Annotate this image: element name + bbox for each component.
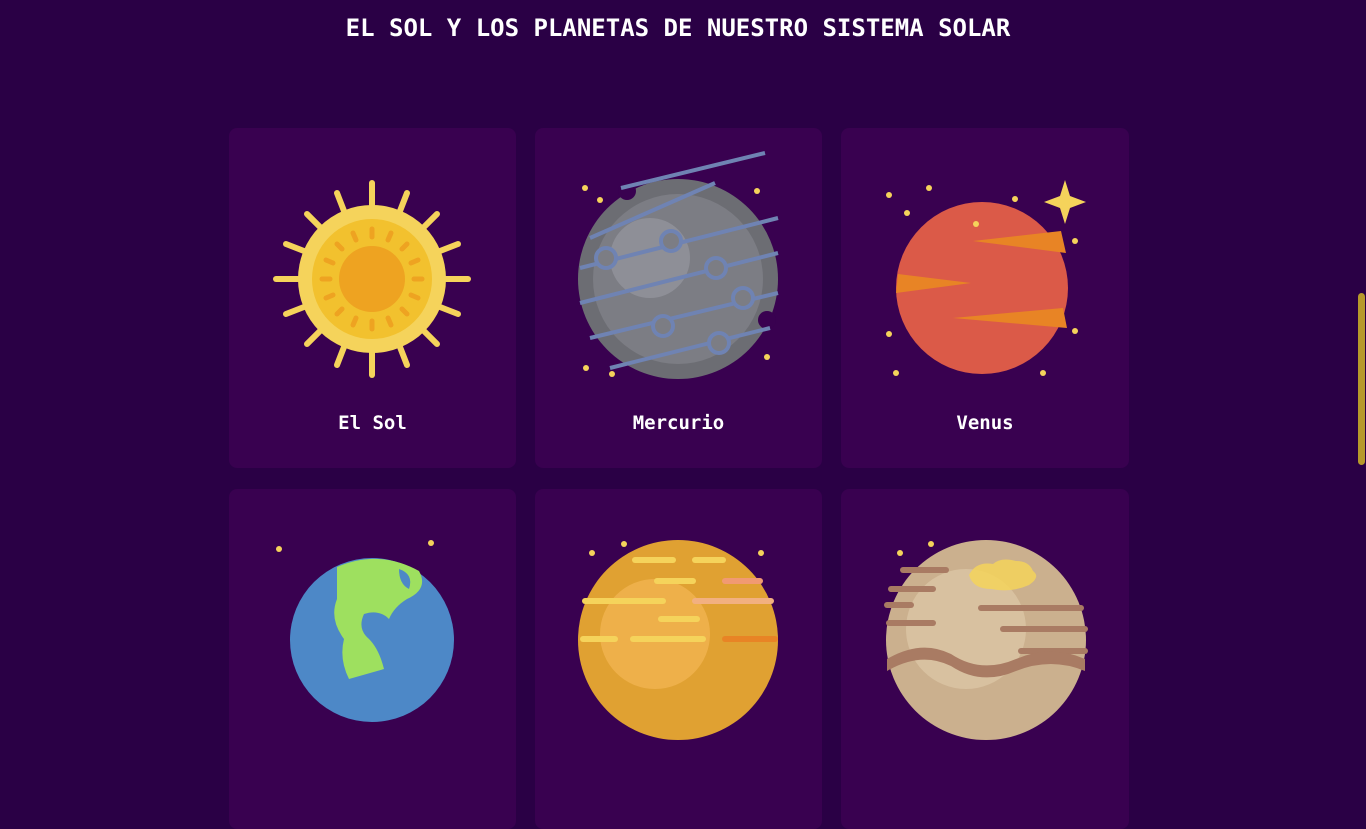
mars-icon <box>578 540 778 740</box>
planet-card-jupiter[interactable] <box>841 489 1129 829</box>
planet-card-mars[interactable] <box>535 489 822 829</box>
planet-grid: El Sol Mercurio Venus <box>229 128 1129 829</box>
earth-icon <box>276 540 454 722</box>
page-title: EL SOL Y LOS PLANETAS DE NUESTRO SISTEMA… <box>345 14 1011 42</box>
planet-card-label: Venus <box>956 412 1014 434</box>
planet-card-sun[interactable]: El Sol <box>229 128 516 468</box>
planet-card-label: Mercurio <box>632 412 725 434</box>
planet-card-earth[interactable] <box>229 489 516 829</box>
jupiter-icon <box>884 540 1088 740</box>
planet-card-venus[interactable]: Venus <box>841 128 1129 468</box>
planet-card-mercury[interactable]: Mercurio <box>535 128 822 468</box>
scrollbar-thumb[interactable] <box>1358 293 1365 465</box>
planet-card-label: El Sol <box>338 412 407 434</box>
scrollbar[interactable] <box>1356 0 1366 657</box>
